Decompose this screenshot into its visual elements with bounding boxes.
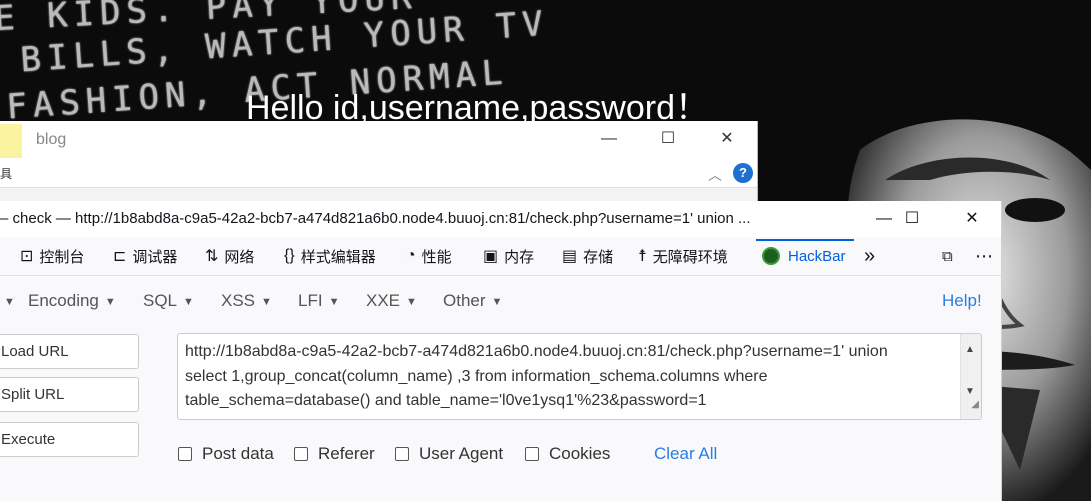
maximize-icon[interactable]: ☐ [653, 127, 683, 151]
tab-accessibility[interactable]: ☨ 无障碍环境 [638, 245, 728, 267]
url-line: http://1b8abd8a-c9a5-42a2-bcb7-a474d821a… [185, 343, 888, 360]
console-icon: ⊡ [20, 248, 34, 265]
menu-label: Encoding [28, 291, 99, 310]
window-title: – check — http://1b8abd8a-c9a5-42a2-bcb7… [0, 210, 751, 227]
network-icon: ⇅ [205, 248, 219, 265]
tab-network[interactable]: ⇅ 网络 [205, 245, 254, 267]
execute-button[interactable]: Execute [0, 422, 139, 457]
debugger-icon: ⊏ [113, 248, 127, 265]
scroll-up-icon[interactable]: ▲ [965, 338, 975, 363]
checkbox-box[interactable] [178, 447, 192, 461]
split-url-button[interactable]: Split URL [0, 377, 139, 412]
chevron-down-icon: ▼ [261, 295, 272, 308]
storage-icon: ▤ [562, 248, 578, 265]
chevron-down-icon: ▼ [104, 295, 116, 308]
tab-label: 无障碍环境 [652, 248, 728, 266]
explorer-ribbon-label: 具 [0, 167, 13, 181]
tab-console[interactable]: ⊡ 控制台 [20, 245, 84, 267]
checkbox-box[interactable] [294, 447, 308, 461]
chevron-down-icon: ▼ [491, 295, 503, 308]
clear-all-link[interactable]: Clear All [654, 444, 717, 464]
help-link[interactable]: Help! [942, 291, 982, 311]
menu-label: XSS [221, 291, 256, 310]
help-icon[interactable]: ? [733, 163, 753, 183]
menu-other[interactable]: Other ▼ [443, 291, 502, 311]
menu-encoding[interactable]: Encoding ▼ [28, 291, 116, 311]
close-icon[interactable]: ✕ [712, 127, 742, 151]
ribbon-collapse-icon[interactable]: ︿ [708, 165, 722, 185]
performance-icon: ◔ [406, 247, 416, 264]
explorer-window: blog 具 — ☐ ✕ ︿ ? [0, 121, 758, 202]
tab-label: 内存 [504, 248, 535, 266]
tab-label: 网络 [224, 248, 255, 266]
chevron-down-icon: ▼ [406, 295, 417, 308]
tab-hackbar[interactable]: HackBar [756, 239, 854, 267]
accessibility-icon: ☨ [638, 248, 647, 265]
chevron-down-icon: ▼ [328, 295, 340, 308]
explorer-title: blog [36, 131, 67, 148]
hackbar-icon [762, 247, 780, 265]
tab-performance[interactable]: ◔ 性能 [406, 245, 452, 267]
post-data-checkbox[interactable]: Post data [178, 444, 274, 464]
maximize-icon[interactable]: ☐ [894, 205, 930, 233]
tab-storage[interactable]: ▤ 存储 [562, 245, 613, 267]
tab-style-editor[interactable]: {} 样式编辑器 [284, 245, 376, 267]
menu-xss[interactable]: XSS ▼ [221, 291, 272, 311]
devtools-window: – check — http://1b8abd8a-c9a5-42a2-bcb7… [0, 201, 1002, 501]
tab-memory[interactable]: ▣ 内存 [483, 245, 534, 267]
user-agent-checkbox[interactable]: User Agent [395, 444, 503, 464]
minimize-icon[interactable]: — [594, 127, 624, 151]
menu-label: Other [443, 291, 486, 310]
tab-label: 控制台 [39, 248, 85, 266]
tab-label: 样式编辑器 [300, 248, 376, 266]
tab-label: HackBar [788, 247, 846, 265]
menu-lfi[interactable]: LFI ▼ [298, 291, 339, 311]
checkbox-label: Post data [202, 444, 274, 463]
checkbox-box[interactable] [525, 447, 539, 461]
overflow-menu-icon[interactable]: ⋯ [975, 245, 993, 267]
chevron-down-icon: ▼ [183, 295, 194, 308]
devtools-tab-bar: ⊡ 控制台 ⊏ 调试器 ⇅ 网络 {} 样式编辑器 ◔ 性能 ▣ 内存 ▤ 存储… [0, 237, 1001, 276]
tab-debugger[interactable]: ⊏ 调试器 [113, 245, 177, 267]
menu-xxe[interactable]: XXE ▼ [366, 291, 417, 311]
checkbox-box[interactable] [395, 447, 409, 461]
explorer-toolbar-strip [0, 187, 757, 202]
menu-label: SQL [143, 291, 178, 310]
load-url-button[interactable]: Load URL [0, 334, 139, 369]
memory-icon: ▣ [483, 248, 499, 265]
hackbar-menubar: ▼ Encoding ▼ SQL ▼ XSS ▼ LFI ▼ XXE ▼ Other ▼ [0, 279, 1001, 321]
checkbox-label: User Agent [419, 444, 504, 463]
menu-label: XXE [366, 291, 401, 310]
tab-label: 存储 [583, 248, 614, 266]
checkbox-label: Referer [318, 444, 375, 463]
devtools-titlebar: – check — http://1b8abd8a-c9a5-42a2-bcb7… [0, 201, 1001, 237]
style-editor-icon: {} [284, 247, 295, 264]
checkbox-label: Cookies [549, 444, 611, 463]
url-line: table_schema=database() and table_name='… [185, 392, 707, 409]
close-icon[interactable]: ✕ [954, 205, 990, 233]
cookies-checkbox[interactable]: Cookies [525, 444, 610, 464]
more-tabs-icon[interactable]: » [864, 245, 875, 267]
tab-label: 调试器 [132, 248, 178, 266]
dock-toggle-icon[interactable]: ⧉ [942, 245, 953, 267]
tab-label: 性能 [421, 248, 452, 266]
url-textarea[interactable]: http://1b8abd8a-c9a5-42a2-bcb7-a474d821a… [177, 333, 982, 420]
menu-label: LFI [298, 291, 323, 310]
referer-checkbox[interactable]: Referer [294, 444, 375, 464]
url-line: select 1,group_concat(column_name) ,3 fr… [185, 367, 768, 385]
folder-icon [0, 124, 22, 158]
resize-grip-icon[interactable]: ◢ [971, 393, 979, 418]
menu-caret-icon[interactable]: ▼ [0, 291, 15, 311]
menu-sql[interactable]: SQL ▼ [143, 291, 194, 311]
